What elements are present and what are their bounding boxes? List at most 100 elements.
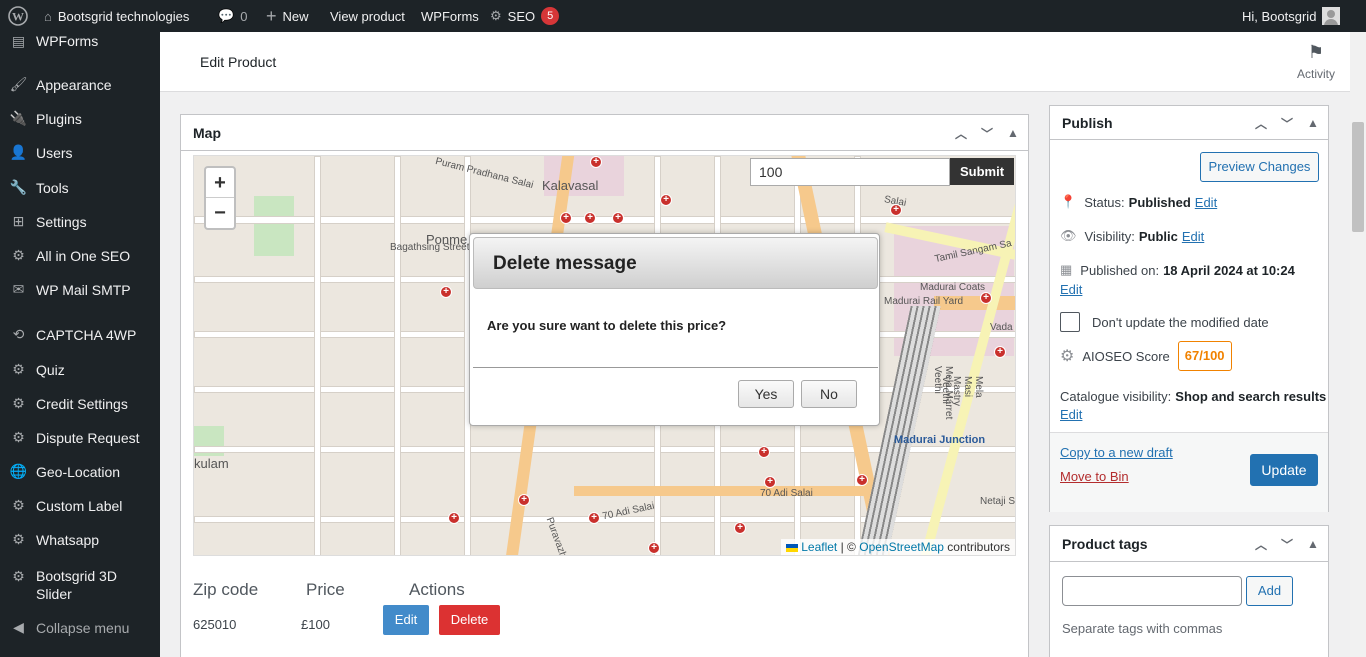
aioseo-score-badge[interactable]: 67/100	[1177, 341, 1232, 371]
move-down-icon[interactable]: ﹀	[1278, 536, 1296, 553]
sidebar-item-whatsapp[interactable]: ⚙ Whatsapp	[0, 530, 160, 549]
map-marker[interactable]: +	[448, 512, 460, 524]
collapse-menu-button[interactable]: ◀ Collapse menu	[0, 618, 160, 637]
sidebar-item-wpforms[interactable]: ▤ WPForms	[0, 32, 160, 50]
tag-input[interactable]	[1062, 576, 1242, 606]
published-on-label: Published on:	[1080, 262, 1160, 278]
map-marker[interactable]: +	[994, 346, 1006, 358]
new-content-link[interactable]: + New	[266, 0, 309, 32]
user-icon: 👤	[9, 144, 28, 160]
avatar	[1322, 7, 1341, 25]
mail-icon: ✉	[12, 281, 25, 297]
my-account-menu[interactable]: Hi, Bootsgrid	[1242, 0, 1341, 32]
map-marker[interactable]: +	[612, 212, 624, 224]
map-marker[interactable]: +	[588, 512, 600, 524]
greeting-label: Hi, Bootsgrid	[1242, 8, 1317, 24]
map-label: Kalavasal	[542, 178, 599, 193]
new-label: New	[282, 8, 309, 24]
activity-button[interactable]: ⚑ Activity	[1286, 42, 1346, 81]
edit-date-link[interactable]: Edit	[1060, 282, 1082, 297]
comments-link[interactable]: 💬 0	[218, 0, 247, 32]
wordpress-logo-icon[interactable]: W	[8, 0, 28, 32]
sidebar-item-label: Whatsapp	[36, 531, 100, 548]
map-marker[interactable]: +	[518, 494, 530, 506]
status-label: Status:	[1084, 194, 1125, 210]
map-marker[interactable]: +	[856, 474, 868, 486]
sidebar-item-label: Bootsgrid 3D Slider	[36, 568, 117, 602]
sidebar-item-custom-label[interactable]: ⚙ Custom Label	[0, 496, 160, 515]
sidebar-item-wp-mail-smtp[interactable]: ✉ WP Mail SMTP	[0, 280, 160, 299]
sidebar-item-bootsgrid-3d-slider[interactable]: ⚙ Bootsgrid 3D Slider	[0, 567, 160, 603]
map-marker[interactable]: +	[734, 522, 746, 534]
dialog-yes-button[interactable]: Yes	[738, 380, 794, 408]
map-marker[interactable]: +	[440, 286, 452, 298]
product-tags-title: Product tags	[1062, 535, 1148, 552]
openstreetmap-link[interactable]: OpenStreetMap	[859, 540, 944, 554]
sidebar-item-label: Geo-Location	[36, 463, 121, 480]
update-button[interactable]: Update	[1250, 454, 1318, 486]
admin-sidebar: ▤ WPForms 🖌 Appearance 🔌 Plugins 👤 Users…	[0, 32, 160, 657]
move-down-icon[interactable]: ﹀	[978, 125, 996, 142]
sidebar-item-captcha-4wp[interactable]: ⟲ CAPTCHA 4WP	[0, 325, 160, 344]
sidebar-item-dispute-request[interactable]: ⚙ Dispute Request	[0, 428, 160, 447]
edit-status-link[interactable]: Edit	[1195, 195, 1217, 210]
toggle-panel-icon[interactable]: ▲	[1304, 116, 1322, 130]
map-marker[interactable]: +	[648, 542, 660, 554]
map-label: Puram Pradhana Salai	[434, 155, 535, 192]
zoom-in-button[interactable]: +	[206, 168, 234, 198]
status-value: Published	[1128, 194, 1191, 210]
sidebar-item-tools[interactable]: 🔧 Tools	[0, 178, 160, 197]
edit-visibility-link[interactable]: Edit	[1182, 229, 1204, 244]
sidebar-item-label: Plugins	[36, 110, 82, 127]
sidebar-item-geo-location[interactable]: 🌐 Geo-Location	[0, 462, 160, 481]
toggle-panel-icon[interactable]: ▲	[1304, 537, 1322, 551]
sidebar-item-all-in-one-seo[interactable]: ⚙ All in One SEO	[0, 246, 160, 265]
pin-icon: 📍	[1060, 194, 1077, 209]
edit-catalogue-link[interactable]: Edit	[1060, 407, 1082, 422]
scrollbar-thumb[interactable]	[1352, 122, 1364, 232]
map-marker[interactable]: +	[764, 476, 776, 488]
move-up-icon[interactable]: ︿	[1252, 115, 1270, 132]
sidebar-item-plugins[interactable]: 🔌 Plugins	[0, 109, 160, 128]
preview-changes-button[interactable]: Preview Changes	[1200, 152, 1319, 182]
map-marker[interactable]: +	[758, 446, 770, 458]
move-up-icon[interactable]: ︿	[952, 125, 970, 142]
map-marker[interactable]: +	[980, 292, 992, 304]
add-tag-button[interactable]: Add	[1246, 576, 1293, 606]
map-marker[interactable]: +	[590, 156, 602, 168]
sidebar-item-users[interactable]: 👤 Users	[0, 143, 160, 162]
dialog-no-button[interactable]: No	[801, 380, 857, 408]
map-submit-button[interactable]: Submit	[950, 158, 1014, 185]
map-marker[interactable]: +	[560, 212, 572, 224]
sidebar-item-quiz[interactable]: ⚙ Quiz	[0, 360, 160, 379]
wpforms-link[interactable]: WPForms	[421, 0, 479, 32]
toggle-panel-icon[interactable]: ▲	[1004, 126, 1022, 140]
page-scrollbar[interactable]	[1350, 32, 1366, 657]
captcha-icon: ⟲	[12, 326, 25, 342]
ukraine-flag-icon	[785, 543, 798, 552]
aioseo-icon: ⚙	[1060, 348, 1075, 365]
copy-to-draft-link[interactable]: Copy to a new draft	[1060, 445, 1173, 460]
seo-label: SEO	[507, 8, 536, 24]
zoom-out-button[interactable]: −	[206, 198, 234, 228]
move-to-bin-link[interactable]: Move to Bin	[1060, 469, 1129, 484]
map-search-input[interactable]: 100	[750, 158, 950, 186]
leaflet-link[interactable]: Leaflet	[801, 540, 837, 554]
move-down-icon[interactable]: ﹀	[1278, 115, 1296, 132]
seo-menu[interactable]: ⚙ SEO 5	[490, 0, 560, 32]
dont-update-checkbox[interactable]	[1060, 312, 1080, 332]
map-marker[interactable]: +	[660, 194, 672, 206]
move-up-icon[interactable]: ︿	[1252, 536, 1270, 553]
sidebar-item-appearance[interactable]: 🖌 Appearance	[0, 75, 160, 94]
sidebar-item-credit-settings[interactable]: ⚙ Credit Settings	[0, 394, 160, 413]
view-product-link[interactable]: View product	[330, 0, 405, 32]
edit-price-button[interactable]: Edit	[383, 605, 429, 635]
seo-notification-badge: 5	[541, 7, 560, 25]
map-marker[interactable]: +	[890, 204, 902, 216]
table-cell-price: £100	[301, 617, 330, 632]
map-marker[interactable]: +	[584, 212, 596, 224]
delete-price-button[interactable]: Delete	[439, 605, 500, 635]
status-row: 📍 Status: Published Edit	[1060, 194, 1217, 210]
site-name-link[interactable]: ⌂ Bootsgrid technologies	[44, 0, 189, 32]
sidebar-item-settings[interactable]: ⊞ Settings	[0, 212, 160, 231]
